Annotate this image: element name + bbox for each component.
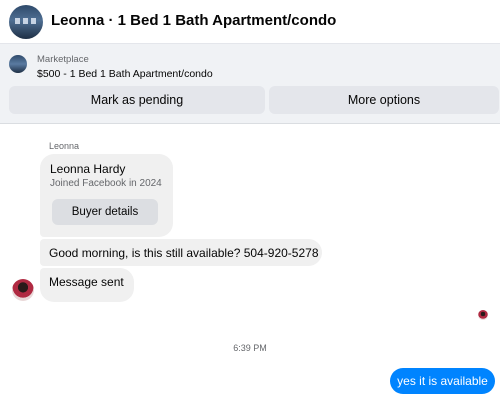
incoming-message[interactable]: Message sent	[40, 268, 134, 302]
marketplace-label: Marketplace	[37, 54, 89, 65]
outgoing-message[interactable]: yes it is available	[390, 368, 495, 394]
more-options-button[interactable]: More options	[269, 86, 499, 114]
clipped-text	[232, 119, 302, 124]
buyer-profile-card: Leonna Hardy Joined Facebook in 2024 Buy…	[40, 154, 173, 237]
seen-indicator-avatar	[478, 310, 488, 320]
sender-label: Leonna	[49, 141, 80, 151]
chat-title[interactable]: Leonna · 1 Bed 1 Bath Apartment/condo	[51, 12, 336, 29]
incoming-message[interactable]: Good morning, is this still available? 5…	[40, 239, 322, 266]
listing-avatar[interactable]	[9, 5, 43, 39]
message-status	[470, 395, 498, 399]
buyer-name[interactable]: Leonna Hardy	[50, 162, 125, 176]
chat-header: Leonna · 1 Bed 1 Bath Apartment/condo	[0, 0, 500, 44]
listing-title[interactable]: $500 - 1 Bed 1 Bath Apartment/condo	[37, 68, 213, 80]
mark-as-pending-button[interactable]: Mark as pending	[9, 86, 265, 114]
marketplace-banner: Marketplace $500 - 1 Bed 1 Bath Apartmen…	[0, 44, 500, 124]
sender-avatar[interactable]	[12, 279, 34, 301]
listing-thumbnail[interactable]	[9, 55, 27, 73]
buyer-joined-date: Joined Facebook in 2024	[50, 178, 162, 189]
message-timestamp: 6:39 PM	[233, 343, 267, 353]
buyer-details-button[interactable]: Buyer details	[52, 199, 158, 225]
